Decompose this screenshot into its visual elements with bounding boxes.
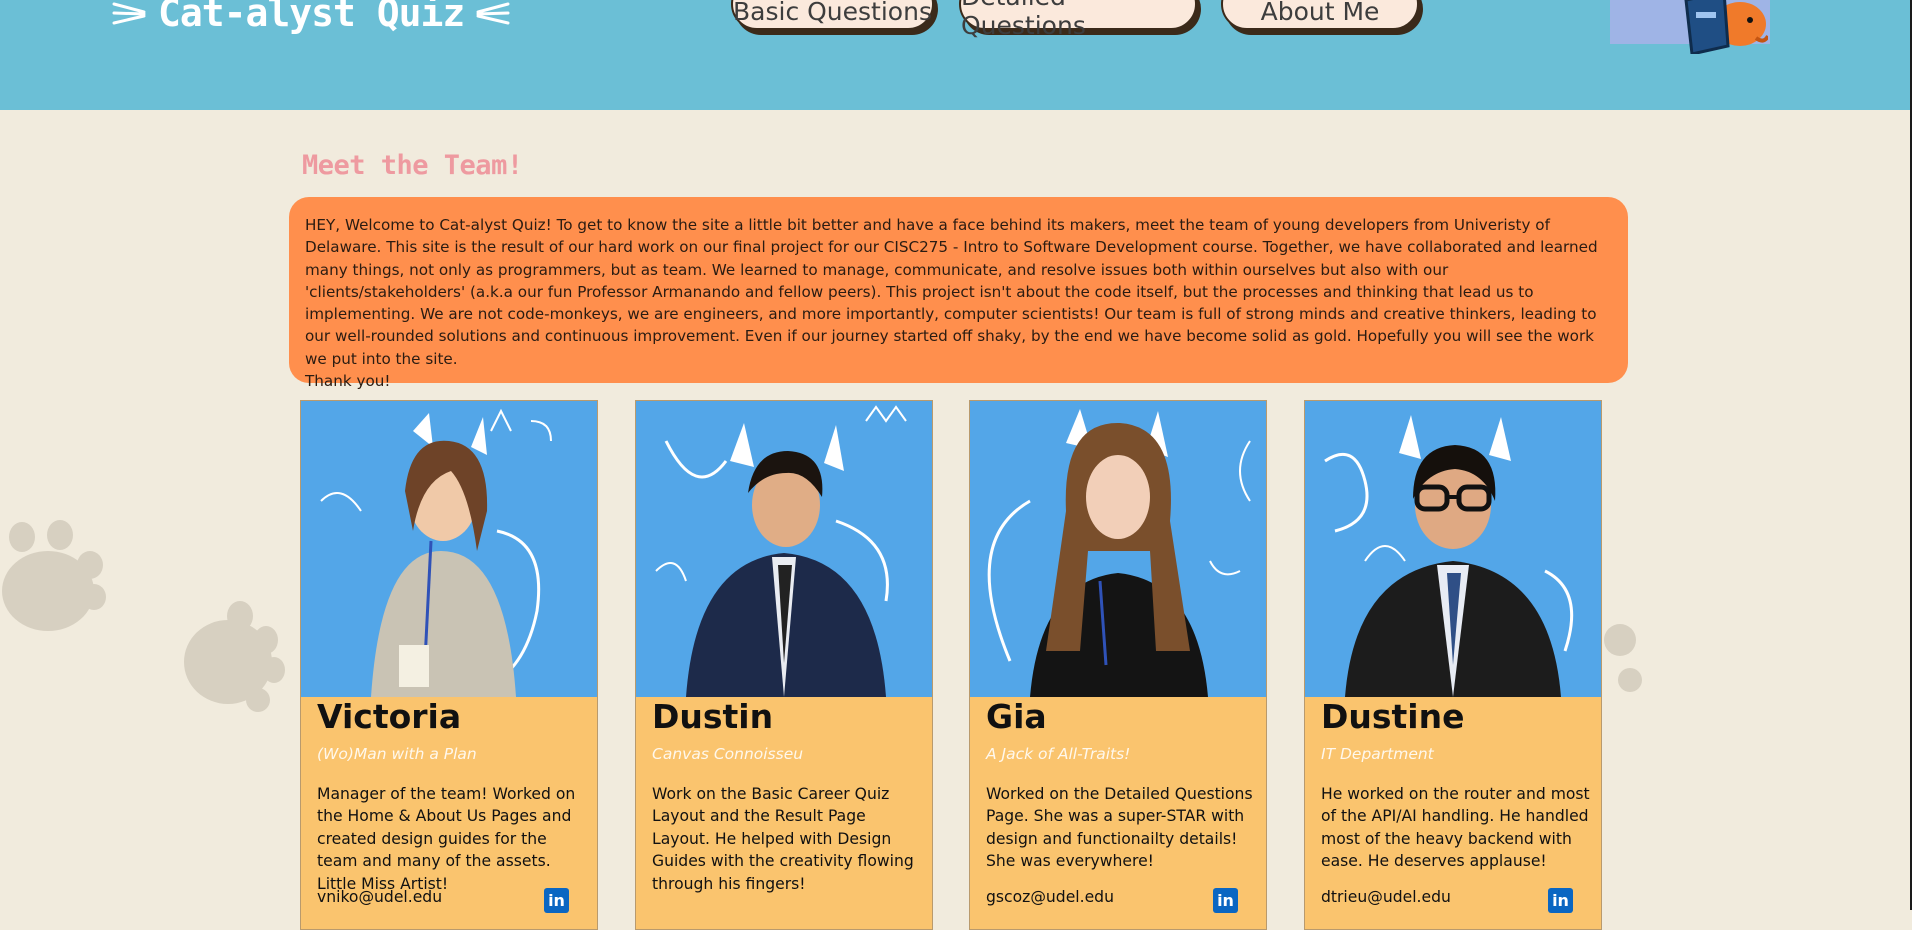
member-bio: Work on the Basic Career Quiz Layout and… [652,785,914,893]
member-email[interactable]: vniko@udel.edu [317,888,442,906]
brand-logo[interactable]: Cat-alyst Quiz [112,0,510,38]
member-photo [1305,401,1601,697]
paw-print-icon [1604,624,1642,692]
nav-about-me-button[interactable]: About Me [1221,0,1419,30]
member-portrait-icon [1324,415,1574,697]
member-photo [970,401,1266,697]
member-role: A Jack of All-Traits! [986,745,1131,763]
member-name: Dustin [652,697,774,736]
team-intro-text: HEY, Welcome to Cat-alyst Quiz! To get t… [305,216,1598,368]
member-name: Victoria [317,697,462,736]
member-role: IT Department [1321,745,1434,763]
team-card: Victoria (Wo)Man with a Plan Manager of … [300,400,598,930]
member-email[interactable]: dtrieu@udel.edu [1321,888,1451,906]
member-portrait-icon [320,408,552,697]
team-card: Dustin Canvas Connoisseu Work on the Bas… [635,400,933,930]
linkedin-icon[interactable]: in [1548,888,1573,913]
site-header: Cat-alyst Quiz Basic Questions Detailed … [0,0,1912,110]
member-bio: Worked on the Detailed Questions Page. S… [986,785,1253,871]
team-intro-box: HEY, Welcome to Cat-alyst Quiz! To get t… [289,197,1628,390]
member-name: Dustine [1321,697,1465,736]
member-name: Gia [986,697,1047,736]
nav-detailed-questions-button[interactable]: Detailed Questions [959,0,1197,40]
member-email[interactable]: gscoz@udel.edu [986,888,1114,906]
team-card: Dustine IT Department He worked on the r… [1304,400,1602,930]
team-intro-closing: Thank you! [305,372,391,391]
member-photo [636,401,932,697]
member-bio: Manager of the team! Worked on the Home … [317,785,576,893]
member-portrait-icon [987,409,1251,697]
reading-cat-icon [1684,0,1768,54]
brand-name: Cat-alyst Quiz [158,0,465,35]
member-role: (Wo)Man with a Plan [317,745,477,763]
member-photo [301,401,597,697]
page-title: Meet the Team! [302,150,523,181]
paw-print-icon [184,601,285,712]
member-portrait-icon [655,405,907,697]
linkedin-icon[interactable]: in [544,888,569,913]
linkedin-icon[interactable]: in [1213,888,1238,913]
nav-basic-questions-button[interactable]: Basic Questions [731,0,934,30]
whisker-icon [476,2,510,25]
team-card: Gia A Jack of All-Traits! Worked on the … [969,400,1267,930]
whisker-icon [112,2,146,25]
member-role: Canvas Connoisseu [652,745,804,763]
member-bio: He worked on the router and most of the … [1321,785,1590,871]
paw-print-icon [2,520,106,631]
